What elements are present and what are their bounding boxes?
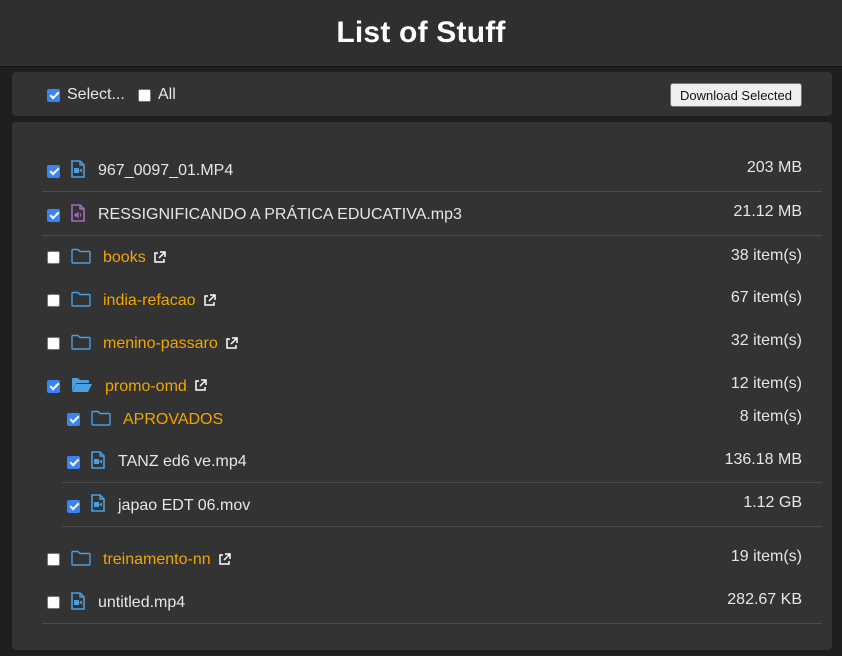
item-checkbox[interactable]: [67, 500, 80, 513]
item-name[interactable]: untitled.mp4: [98, 594, 185, 612]
download-selected-button[interactable]: Download Selected: [670, 83, 802, 107]
row-divider: [42, 623, 822, 624]
item-checkbox[interactable]: [47, 294, 60, 307]
folder-link[interactable]: india-refacao: [103, 292, 196, 310]
item-size: 32 item(s): [730, 332, 802, 349]
item-name[interactable]: 967_0097_01.MP4: [98, 162, 233, 180]
external-link-icon[interactable]: [194, 379, 207, 397]
external-link-icon[interactable]: [203, 294, 216, 312]
item-name[interactable]: japao EDT 06.mov: [118, 497, 250, 515]
item-size: 12 item(s): [730, 375, 802, 392]
folder-icon: [91, 410, 111, 431]
video-file-icon: [91, 451, 105, 474]
folder-icon: [71, 291, 91, 312]
external-link-icon[interactable]: [225, 337, 238, 355]
folder-open-icon: [71, 377, 93, 398]
folder-icon: [71, 248, 91, 269]
item-checkbox[interactable]: [47, 209, 60, 222]
item-size: 282.67 KB: [727, 591, 802, 608]
folder-link[interactable]: APROVADOS: [123, 411, 223, 429]
folder-icon: [71, 334, 91, 355]
video-file-icon: [71, 592, 85, 615]
item-checkbox[interactable]: [47, 165, 60, 178]
item-checkbox[interactable]: [67, 456, 80, 469]
item-checkbox[interactable]: [47, 337, 60, 350]
folder-link[interactable]: menino-passaro: [103, 335, 218, 353]
row-divider: [62, 526, 822, 527]
item-size: 8 item(s): [739, 408, 802, 425]
external-link-icon[interactable]: [153, 251, 166, 269]
page-title: List of Stuff: [336, 16, 506, 49]
page-header: List of Stuff: [0, 0, 842, 67]
item-size: 38 item(s): [730, 247, 802, 264]
item-checkbox[interactable]: [47, 251, 60, 264]
item-name[interactable]: RESSIGNIFICANDO A PRÁTICA EDUCATIVA.mp3: [98, 206, 462, 224]
item-size: 67 item(s): [730, 289, 802, 306]
item-checkbox[interactable]: [47, 596, 60, 609]
item-size: 21.12 MB: [733, 203, 802, 220]
select-all-checkbox[interactable]: [138, 89, 151, 102]
row-divider: [42, 191, 822, 192]
folder-link[interactable]: treinamento-nn: [103, 551, 211, 569]
row-divider: [62, 482, 822, 483]
select-checkbox[interactable]: [47, 89, 60, 102]
item-checkbox[interactable]: [67, 413, 80, 426]
audio-file-icon: [71, 204, 85, 227]
video-file-icon: [91, 494, 105, 517]
folder-icon: [71, 550, 91, 571]
select-label: Select...: [67, 86, 125, 103]
video-file-icon: [71, 160, 85, 183]
item-size: 203 MB: [746, 159, 802, 176]
external-link-icon[interactable]: [218, 553, 231, 571]
item-name[interactable]: TANZ ed6 ve.mp4: [118, 453, 247, 471]
item-size: 136.18 MB: [724, 451, 802, 468]
item-size: 19 item(s): [730, 548, 802, 565]
folder-link[interactable]: books: [103, 249, 146, 267]
item-checkbox[interactable]: [47, 380, 60, 393]
select-all-label: All: [158, 86, 176, 103]
item-checkbox[interactable]: [47, 553, 60, 566]
folder-link[interactable]: promo-omd: [105, 378, 187, 396]
row-divider: [42, 235, 822, 236]
item-size: 1.12 GB: [743, 494, 802, 511]
